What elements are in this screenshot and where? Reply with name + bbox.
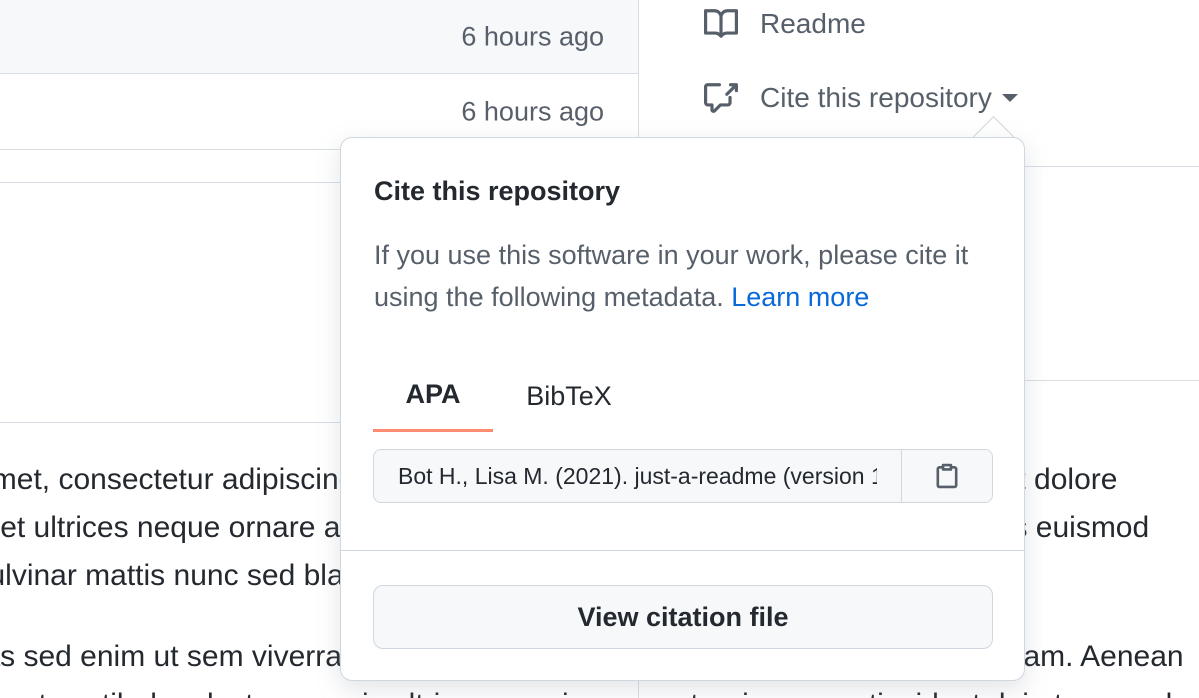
learn-more-link[interactable]: Learn more (731, 282, 869, 312)
book-icon (704, 7, 738, 41)
file-commit-time: 6 hours ago (461, 21, 604, 51)
clipboard-icon (933, 462, 961, 490)
sidebar-divider (1024, 166, 1199, 167)
sidebar-readme-link[interactable]: Readme (704, 4, 866, 44)
cite-popover: Cite this repository If you use this sof… (340, 137, 1025, 681)
file-row[interactable]: 6 hours ago (0, 0, 638, 74)
popover-title: Cite this repository (374, 176, 621, 206)
sidebar-divider (1024, 380, 1199, 381)
citation-box (373, 449, 993, 503)
tab-bibtex[interactable]: BibTeX (513, 360, 625, 432)
popover-divider (341, 550, 1024, 551)
view-citation-file-button[interactable]: View citation file (373, 585, 993, 649)
cite-quote-icon (704, 81, 738, 115)
caret-down-icon (1001, 94, 1018, 102)
copy-citation-button[interactable] (902, 450, 992, 502)
file-commit-time: 6 hours ago (461, 96, 604, 126)
popover-description: If you use this software in your work, p… (374, 234, 999, 318)
sidebar-cite-button[interactable]: Cite this repository (704, 78, 1018, 118)
repository-page: 6 hours ago 6 hours ago Lorem ipsum dolo… (0, 0, 1199, 698)
sidebar-cite-label: Cite this repository (760, 82, 992, 113)
citation-text-input[interactable] (374, 450, 902, 502)
tab-apa[interactable]: APA (373, 360, 493, 432)
popover-description-text: If you use this software in your work, p… (374, 240, 969, 312)
readme-paragraph-line: pharetra magna ac placerat vestibulum le… (0, 681, 1199, 698)
sidebar-readme-label: Readme (760, 8, 866, 39)
